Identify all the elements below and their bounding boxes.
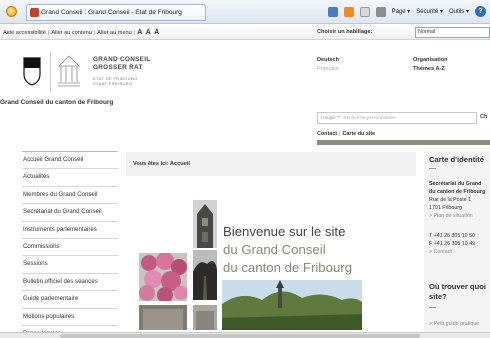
bottom-photo-1 [139,305,187,330]
browser-tab[interactable]: Grand Conseil : Grand Conseil - Etat de … [26,4,206,21]
header-rule [317,140,490,145]
tools-menu[interactable]: Outils ▾ [449,8,469,15]
mail-icon[interactable] [359,6,370,17]
separator: | [93,30,96,36]
browser-tab-title: Grand Conseil : Grand Conseil - Etat de … [41,9,182,16]
menu-item-instruments[interactable]: Instruments parlementaires [22,220,118,238]
menu-item-motions[interactable]: Motions populaires [22,307,118,325]
location-map-link[interactable]: > Plan de situation [429,213,473,219]
where-dash: — [429,304,436,311]
welcome-line-2: du Grand Conseil [223,242,326,257]
bottom-photo-2 [193,305,217,330]
flowers-photo [139,253,187,301]
menu-item-sessions[interactable]: Sessions [22,255,118,272]
parliament-building-logo [58,55,80,87]
separator: | [339,131,341,137]
scrollbar-thumb[interactable] [60,334,420,338]
where-title-line1: Où trouver quoi [429,282,486,291]
help-icon[interactable]: ? [475,6,486,17]
accessibility-bar: Aide accessibilité | Aller au contenu | Alle… [0,25,490,40]
separator: | [47,30,50,36]
menu-item-commissions[interactable]: Commissions [22,237,118,255]
horizontal-scrollbar[interactable] [0,332,490,338]
contact-sidebar-link[interactable]: > Contact [429,249,452,255]
contact-link[interactable]: Contact [317,131,337,137]
identity-dash: — [429,165,436,172]
logo-title-de: GROSSER RAT [93,64,143,71]
language-link-francais[interactable]: Français [317,66,338,72]
font-size-toggle[interactable]: A A A [137,29,160,36]
home-icon[interactable] [327,6,338,17]
identity-sidebar: Carte d'identité — Secrétariat du Grand … [424,151,490,338]
google-brand: Google™ [321,115,341,120]
skin-select[interactable]: Normal [415,27,490,38]
site-name: Grand Conseil du canton de Fribourg [0,99,114,106]
skip-to-menu-link[interactable]: Aller au menu [97,30,132,36]
tower-photo [193,200,217,248]
side-menu: Accueil Grand Conseil Actualités Membres… [22,151,118,338]
secretariat-name: Secrétariat du Grand [429,181,482,187]
separator: | [133,30,136,36]
accessibility-links: Aide accessibilité | Aller au contenu | Alle… [3,29,160,36]
landscape-photo [222,280,362,330]
menu-item-membres[interactable]: Membres du Grand Conseil [22,185,118,203]
language-link-deutsch[interactable]: Deutsch [317,57,339,63]
logo-divider [50,52,51,92]
search-button[interactable]: Ch [480,114,487,120]
canton-shield-logo[interactable] [22,56,42,86]
page-menu[interactable]: Page ▾ [392,8,411,15]
logo-subtitle-de: STAAT FREIBURG [93,81,133,86]
practical-guide-link[interactable]: > Petit guide pratique [429,321,479,327]
skip-to-content-link[interactable]: Aller au contenu [51,30,91,36]
accessibility-help-link[interactable]: Aide accessibilité [3,30,46,36]
rss-icon[interactable] [343,6,354,17]
search-placeholder: Recherche personnalisée [343,115,396,120]
menu-item-guide[interactable]: Guide parlementaire [22,290,118,307]
breadcrumb: Vous êtes ici: Accueil [126,152,416,176]
welcome-line-1: Bienvenue sur le site [223,224,346,239]
address-city: 1701 Fribourg [429,205,462,211]
menu-item-bulletin[interactable]: Bulletin officiel des séances [22,272,118,290]
phone-number: T +41 26 305 10 50 [429,233,475,239]
secretariat-canton: du canton de Fribourg [429,189,486,195]
skin-label: Choisir un habillage: [317,29,373,35]
themes-az-link[interactable]: Thèmes A-Z [413,66,445,72]
logo-title-fr: GRAND CONSEIL [93,56,151,63]
address-street: Rue de la Poste 1 [429,197,472,203]
command-bar: Page ▾ Sécurité ▾ Outils ▾ ? [327,6,486,17]
organisation-link[interactable]: Organisation [413,57,448,63]
menu-item-actualites[interactable]: Actualités [22,168,118,185]
sitemap-link[interactable]: Carte du site [342,131,375,137]
menu-item-accueil[interactable]: Accueil Grand Conseil [22,151,118,168]
favorites-star-icon[interactable] [6,6,17,17]
site-favicon-icon [30,8,39,17]
header-links: Contact | Carte du site [317,131,375,137]
fax-number: F +41 26 305 10 49 [429,241,476,247]
security-menu[interactable]: Sécurité ▾ [416,8,443,15]
menu-item-secretariat[interactable]: Secrétariat du Grand Conseil [22,203,118,220]
welcome-line-3: du canton de Fribourg [223,260,353,275]
browser-toolbar: Grand Conseil : Grand Conseil - Etat de … [0,0,490,24]
where-title-line2: site? [429,292,447,301]
print-icon[interactable] [375,6,386,17]
search-input[interactable]: Google™ Recherche personnalisée [317,112,477,124]
identity-title: Carte d'identité [429,155,484,164]
tree-photo [193,250,217,300]
